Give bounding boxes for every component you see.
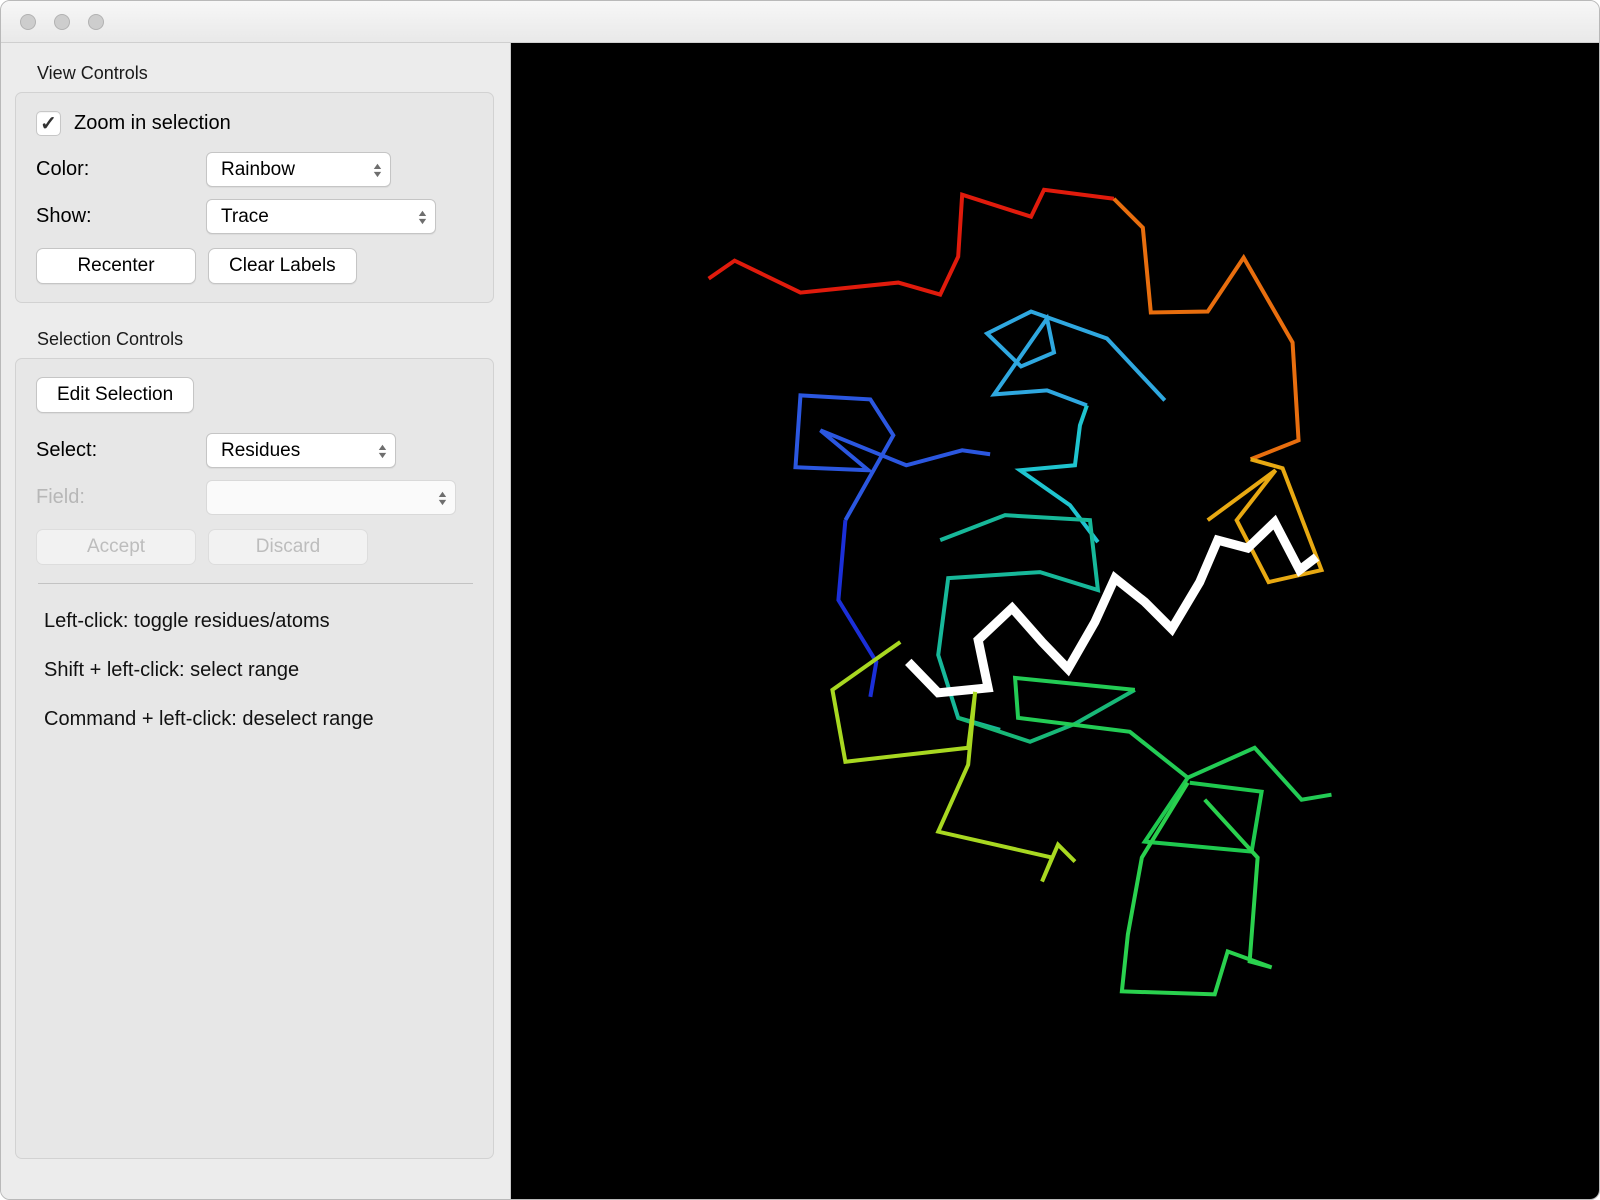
app-window: View Controls ✓ Zoom in selection Color:… [0,0,1600,1200]
selection-controls-title: Selection Controls [37,329,184,349]
checkbox-box[interactable]: ✓ [36,111,61,136]
show-label: Show: [36,205,92,227]
select-label: Select: [36,439,98,461]
help-shift-left-click: Shift + left-click: select range [44,659,300,681]
trace-segment-orange[interactable] [1112,197,1301,462]
molecule-viewport[interactable] [511,43,1599,1199]
traffic-lights [20,14,104,30]
zoom-window-button[interactable] [88,14,104,30]
show-dropdown-value: Trace [221,205,269,227]
edit-selection-button[interactable]: Edit Selection [36,377,195,413]
view-buttons-row: Recenter Clear Labels [36,248,475,284]
color-label: Color: [36,158,90,180]
trace-segment-red[interactable] [707,187,1115,297]
titlebar [1,1,1599,43]
show-row: Show: Trace ▲ ▼ [36,199,475,234]
trace-segment-blue[interactable] [793,393,991,522]
help-left-click: Left-click: toggle residues/atoms [44,610,330,632]
checkmark-icon: ✓ [40,112,57,135]
select-dropdown-value: Residues [221,439,301,461]
discard-button[interactable]: Discard [208,529,368,565]
trace-segment-green1[interactable] [1012,675,1332,802]
sidebar: View Controls ✓ Zoom in selection Color:… [1,43,511,1199]
view-controls-group: ✓ Zoom in selection Color: Rainbow ▲ ▼ Sh… [15,92,494,303]
trace-segment-green3[interactable] [1119,781,1273,997]
color-dropdown[interactable]: Rainbow ▲ ▼ [206,152,391,187]
zoom-in-selection-label: Zoom in selection [74,112,231,134]
clear-labels-button[interactable]: Clear Labels [208,248,357,284]
field-label: Field: [36,486,85,508]
field-dropdown[interactable]: ▲ ▼ [206,480,456,515]
selection-buttons-row: Accept Discard [36,529,475,565]
trace-segment-skyblue[interactable] [983,309,1167,408]
chevron-up-down-icon: ▲ ▼ [416,207,429,226]
divider [38,583,473,584]
help-command-left-click: Command + left-click: deselect range [44,708,374,730]
select-row: Select: Residues ▲ ▼ [36,433,475,468]
field-row: Field: ▲ ▼ [36,480,475,515]
trace-segment-white-selection[interactable] [905,514,1320,698]
window-content: View Controls ✓ Zoom in selection Color:… [1,43,1599,1199]
close-button[interactable] [20,14,36,30]
chevron-up-down-icon: ▲ ▼ [376,441,389,460]
chevron-up-down-icon: ▲ ▼ [371,160,384,179]
protein-trace[interactable] [511,43,1599,1199]
trace-segment-chartreuse[interactable] [830,640,1077,883]
select-dropdown[interactable]: Residues ▲ ▼ [206,433,396,468]
show-dropdown[interactable]: Trace ▲ ▼ [206,199,436,234]
accept-button[interactable]: Accept [36,529,196,565]
selection-controls-group: Edit Selection Select: Residues ▲ ▼ Field… [15,358,494,1159]
color-row: Color: Rainbow ▲ ▼ [36,152,475,187]
zoom-in-selection-checkbox[interactable]: ✓ Zoom in selection [36,111,475,136]
recenter-button[interactable]: Recenter [36,248,196,284]
chevron-up-down-icon: ▲ ▼ [436,488,449,507]
color-dropdown-value: Rainbow [221,158,295,180]
view-controls-title: View Controls [37,63,148,83]
trace-segment-teal-green[interactable] [957,688,1136,744]
minimize-button[interactable] [54,14,70,30]
